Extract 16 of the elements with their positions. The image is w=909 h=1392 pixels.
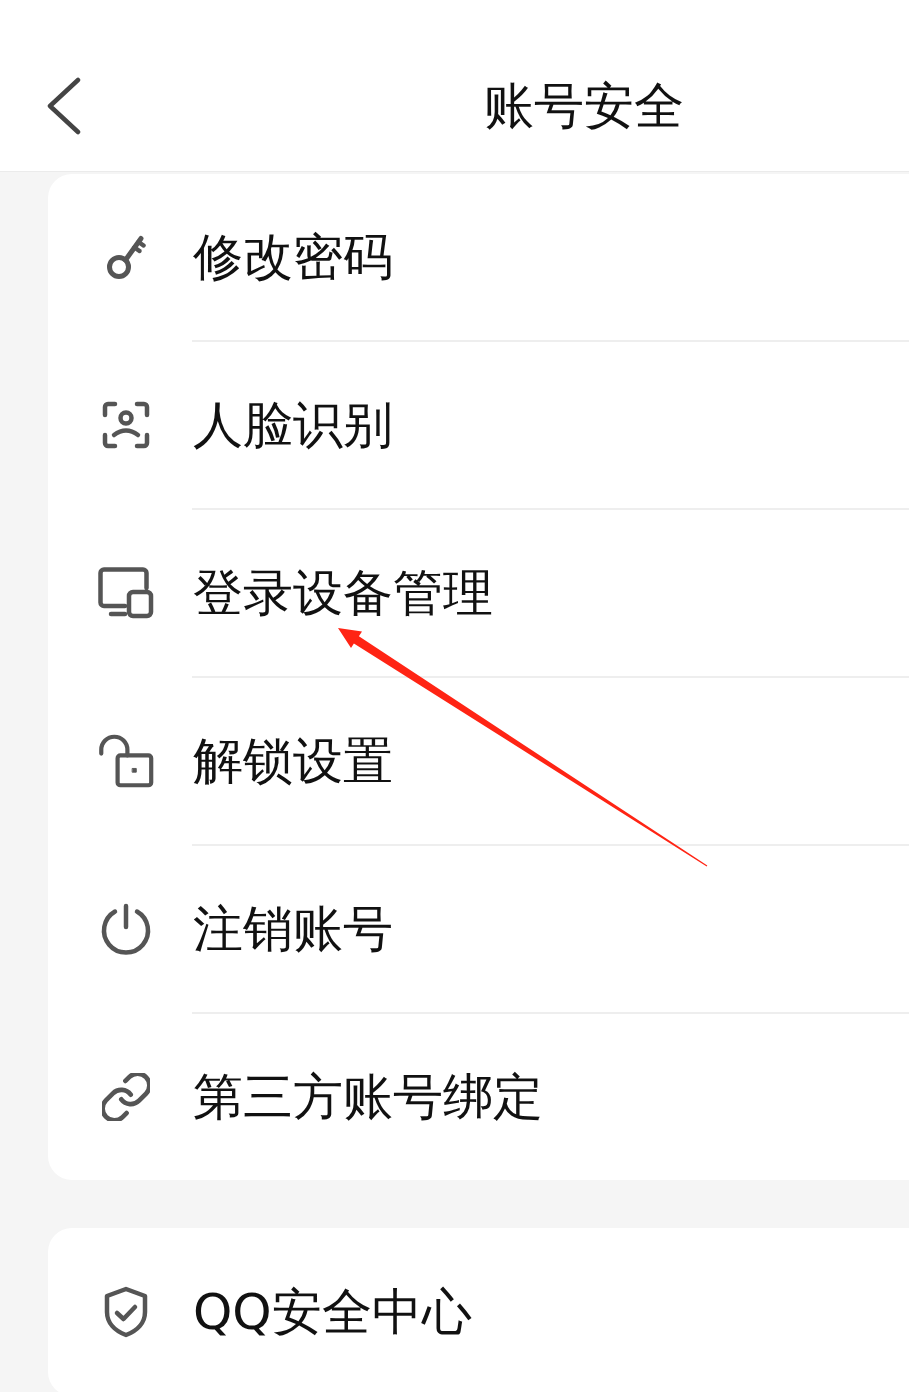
menu-item[interactable]: 登录设备管理 (48, 510, 909, 676)
menu-item[interactable]: 第三方账号绑定 (48, 1014, 909, 1180)
face-scan-icon (102, 401, 150, 449)
menu-item[interactable]: 修改密码 (48, 174, 909, 340)
key-icon (106, 234, 146, 280)
page-title: 账号安全 (484, 75, 684, 136)
back-icon (46, 76, 82, 135)
link-icon (102, 1073, 150, 1121)
menu-item[interactable]: QQ安全中心 (48, 1228, 909, 1392)
menu-item[interactable]: 人脸识别 (48, 342, 909, 508)
menu-item[interactable]: 解锁设置 (48, 678, 909, 844)
menu-item[interactable]: 注销账号 (48, 846, 909, 1012)
devices-icon (98, 567, 154, 619)
unlock-icon (98, 732, 154, 790)
shield-check-icon (103, 1286, 149, 1338)
power-icon (100, 903, 152, 955)
